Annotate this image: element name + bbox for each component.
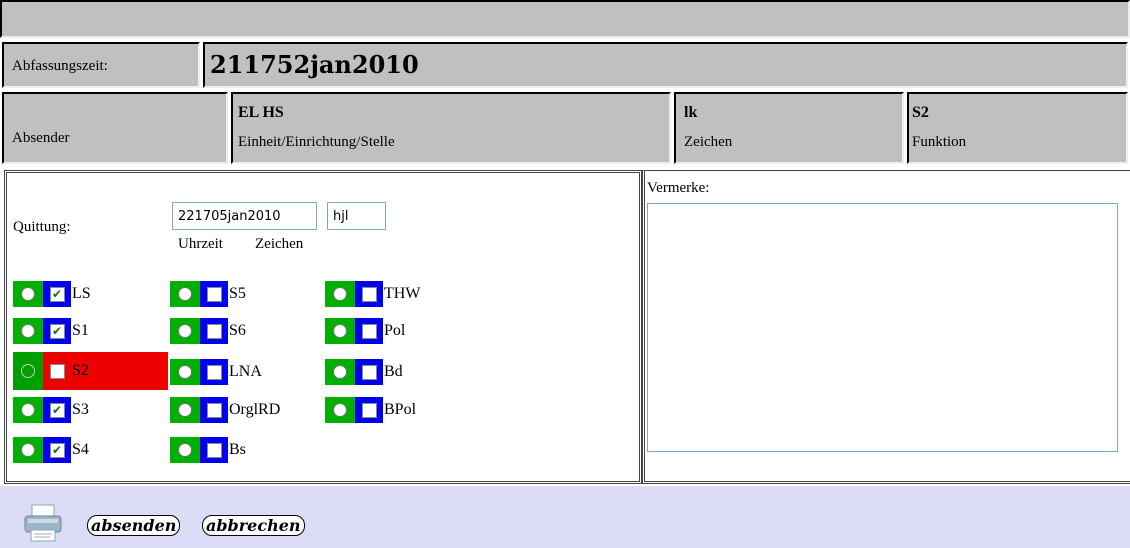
sender-sign-caption: Zeichen [684, 134, 733, 150]
check-icon: ✔ [49, 442, 65, 458]
abfassungszeit-value-cell: 211752jan2010 [203, 42, 1128, 88]
recipient-label: S2 [72, 362, 89, 379]
recipient-label: Bs [229, 441, 246, 458]
recipient-label: THW [384, 285, 421, 302]
recipient-pol[interactable]: Pol [325, 318, 405, 344]
notes-textarea[interactable] [647, 203, 1118, 452]
receipt-sign-input[interactable] [327, 202, 386, 230]
recipient-bs[interactable]: Bs [170, 437, 246, 463]
radio-button[interactable] [13, 318, 43, 344]
radio-button[interactable] [170, 318, 200, 344]
radio-button[interactable] [325, 359, 355, 385]
radio-button[interactable] [13, 437, 43, 463]
recipient-bpol[interactable]: BPol [325, 397, 416, 423]
checkbox[interactable]: ✔ [43, 318, 71, 344]
recipient-thw[interactable]: THW [325, 281, 420, 307]
checkbox[interactable] [200, 318, 228, 344]
recipient-label: LNA [229, 363, 262, 380]
recipient-label: OrglRD [229, 401, 281, 418]
recipient-label: S1 [72, 322, 89, 339]
checkbox[interactable] [200, 359, 228, 385]
sender-function-cell: S2 Funktion [907, 92, 1128, 164]
recipient-s4[interactable]: ✔ S4 [13, 437, 89, 463]
checkbox[interactable] [200, 437, 228, 463]
recipient-label: Pol [384, 322, 406, 339]
receipt-time-caption: Uhrzeit [178, 236, 223, 252]
sender-label-cell: Absender [2, 92, 228, 164]
recipient-ls[interactable]: ✔ LS [13, 281, 91, 307]
sender-sign-cell: lk Zeichen [674, 92, 904, 164]
recipient-s3[interactable]: ✔ S3 [13, 397, 89, 423]
radio-button[interactable] [325, 318, 355, 344]
recipient-s1[interactable]: ✔ S1 [13, 318, 89, 344]
checkbox[interactable] [355, 397, 383, 423]
recipient-lna[interactable]: LNA [170, 359, 262, 385]
recipient-label: LS [72, 285, 91, 302]
radio-button[interactable] [170, 359, 200, 385]
checkbox[interactable] [43, 352, 71, 390]
sender-function-value: S2 [912, 104, 929, 121]
printer-icon[interactable] [22, 503, 64, 543]
abfassungszeit-value: 211752jan2010 [210, 50, 419, 79]
checkbox[interactable] [355, 359, 383, 385]
checkbox[interactable]: ✔ [43, 281, 71, 307]
notes-label: Vermerke: [647, 180, 710, 196]
sender-unit-caption: Einheit/Einrichtung/Stelle [238, 134, 395, 150]
radio-button[interactable] [325, 281, 355, 307]
radio-button[interactable] [170, 437, 200, 463]
radio-button[interactable] [325, 397, 355, 423]
sender-label: Absender [12, 130, 70, 146]
abfassungszeit-label-cell: Abfassungszeit: [2, 42, 200, 88]
check-icon: ✔ [49, 286, 65, 302]
recipient-label: S3 [72, 401, 89, 418]
radio-button[interactable] [13, 352, 43, 390]
recipient-label: S5 [229, 285, 246, 302]
recipient-s6[interactable]: S6 [170, 318, 246, 344]
receipt-panel [4, 170, 642, 484]
top-bar [0, 0, 1130, 38]
abfassungszeit-label: Abfassungszeit: [12, 58, 108, 74]
check-icon: ✔ [49, 323, 65, 339]
checkbox[interactable] [200, 397, 228, 423]
sender-function-caption: Funktion [912, 134, 967, 150]
radio-button[interactable] [13, 281, 43, 307]
radio-button[interactable] [170, 281, 200, 307]
radio-button[interactable] [170, 397, 200, 423]
recipient-label: BPol [384, 401, 417, 418]
checkbox[interactable] [200, 281, 228, 307]
recipient-orglrd[interactable]: OrglRD [170, 397, 280, 423]
recipient-label: S6 [229, 322, 246, 339]
recipient-bd[interactable]: Bd [325, 359, 403, 385]
checkbox[interactable] [355, 281, 383, 307]
receipt-time-input[interactable] [172, 202, 317, 230]
check-icon: ✔ [49, 402, 65, 418]
receipt-label: Quittung: [13, 219, 71, 235]
receipt-sign-caption: Zeichen [255, 236, 304, 252]
sender-unit-value: EL HS [238, 104, 284, 121]
radio-button[interactable] [13, 397, 43, 423]
sender-sign-value: lk [684, 104, 698, 121]
recipient-label: S4 [72, 441, 89, 458]
sender-unit-cell: EL HS Einheit/Einrichtung/Stelle [231, 92, 671, 164]
checkbox[interactable]: ✔ [43, 397, 71, 423]
recipient-label: Bd [384, 363, 403, 380]
send-button[interactable]: absenden [87, 515, 181, 536]
cancel-button[interactable]: abbrechen [202, 515, 305, 536]
recipient-s2[interactable]: S2 [13, 352, 168, 390]
checkbox[interactable] [355, 318, 383, 344]
recipient-s5[interactable]: S5 [170, 281, 246, 307]
checkbox[interactable]: ✔ [43, 437, 71, 463]
